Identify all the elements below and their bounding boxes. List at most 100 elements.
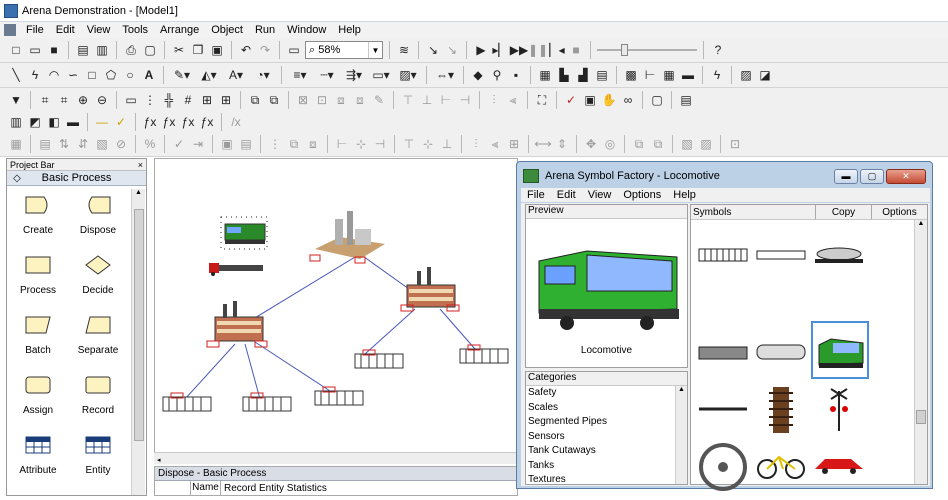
create-factory-picture[interactable] [309,211,385,264]
storage-icon[interactable]: ▦ [661,67,677,83]
arrange-link-icon[interactable]: ⧉ [286,136,302,152]
menu-edit[interactable]: Edit [50,24,81,36]
category-item[interactable]: Textures [526,473,687,488]
zoom-fit-icon[interactable]: ⌗ [56,92,72,108]
layers-icon[interactable]: ≋ [396,42,412,58]
paste-icon[interactable]: ▣ [209,42,225,58]
truck-icon[interactable]: ▬ [65,114,81,130]
intersection-icon[interactable]: ▪ [508,67,524,83]
symbol-steering-wheel[interactable] [695,439,751,491]
align-l-icon[interactable]: ⊢ [334,136,350,152]
align-bottom-icon[interactable]: ⊥ [419,92,435,108]
polygon-icon[interactable]: ⬠ [103,67,119,83]
scroll-left-icon[interactable]: ◂ [154,457,161,464]
lock-layer-icon[interactable]: ⊡ [727,136,743,152]
view-icon[interactable]: ▣ [582,92,598,108]
symbol-boxcar[interactable] [695,229,751,281]
animation-speed-slider[interactable] [597,41,697,59]
size-w-icon[interactable]: ⟷ [534,136,551,152]
module-create[interactable]: Create [7,189,69,249]
module-decide[interactable]: Decide [67,249,129,309]
align-m-icon[interactable]: ⊹ [420,136,436,152]
spreadsheet-icon[interactable]: ▤ [37,136,53,152]
scroll-thumb[interactable] [134,209,144,441]
table-icon[interactable]: ▦ [8,136,24,152]
module-attribute[interactable]: Attribute [7,429,69,489]
link-icon[interactable]: ∞ [620,92,636,108]
factory-icon[interactable]: ▥ [8,114,24,130]
box-icon[interactable]: □ [84,67,100,83]
menu-tools[interactable]: Tools [116,24,154,36]
snap-grid-icon[interactable]: ⊞ [199,92,215,108]
minimize-button[interactable]: ▬ [834,168,858,184]
formula-sum-icon[interactable]: ƒx [161,114,177,130]
sf-menu-help[interactable]: Help [667,189,702,201]
template-detach-icon[interactable]: ▥ [94,42,110,58]
sort-icon[interactable]: ⇵ [75,136,91,152]
transporter-icon[interactable]: ▬ [680,67,696,83]
overlay-icon[interactable]: ▧ [679,136,695,152]
run-go-icon[interactable]: ▶ [473,42,489,58]
center-icon[interactable]: ◎ [602,136,618,152]
module-separate[interactable]: Separate [67,309,129,369]
line-style-icon[interactable]: ┄▾ [315,67,339,83]
dispose-rack-2[interactable] [242,392,292,412]
split-icon[interactable]: ⇅ [56,136,72,152]
copy-button[interactable]: Copy [815,205,871,219]
text-icon[interactable]: A [141,67,157,83]
size-h-icon[interactable]: ⇕ [554,136,570,152]
grid-icon[interactable]: ⋮ [142,92,158,108]
model-canvas[interactable] [154,158,518,460]
process-building-picture[interactable] [206,301,268,348]
lock-icon[interactable]: ▢ [649,92,665,108]
align-top-icon[interactable]: ⊤ [400,92,416,108]
scroll-up-icon[interactable]: ▲ [676,386,687,393]
dispose-rack-5[interactable] [459,344,509,364]
close-button[interactable]: ✕ [886,168,926,184]
context-help-icon[interactable]: ? [710,42,726,58]
arrange-stack-icon[interactable]: ⧈ [305,136,321,152]
category-item[interactable]: Sensors [526,430,687,445]
fast-forward-icon[interactable]: ▶▶ [510,42,528,58]
symbol-flatcar[interactable] [753,229,809,281]
sf-menu-edit[interactable]: Edit [551,189,582,201]
category-item[interactable]: Safety [526,386,687,401]
send-back-icon[interactable]: ⧈ [352,92,368,108]
symbol-rail[interactable] [695,383,751,435]
cut-icon[interactable]: ✂ [171,42,187,58]
copy-icon[interactable]: ❐ [190,42,206,58]
rotate-icon[interactable]: ⊡ [314,92,330,108]
dispose-rack-4[interactable] [354,349,404,369]
hand-icon[interactable]: ✋ [601,92,617,108]
symbol-gondola[interactable] [753,327,809,379]
line-pattern-icon[interactable]: ▭▾ [369,67,393,83]
arc-icon[interactable]: ◠ [46,67,62,83]
col-record-header[interactable]: Record Entity Statistics [221,483,327,494]
menu-arrange[interactable]: Arrange [154,24,205,36]
symbol-bicycle[interactable] [753,439,809,491]
align-right-icon[interactable]: ⊣ [457,92,473,108]
space-icon[interactable]: ⫷ [505,92,521,108]
station-icon[interactable]: ◆ [470,67,486,83]
formula-icon[interactable]: ƒx [142,114,158,130]
line-color-icon[interactable]: ✎▾ [170,67,194,83]
menu-file[interactable]: File [20,24,50,36]
print-preview-icon[interactable]: ▢ [142,42,158,58]
category-item[interactable]: Scales [526,401,687,416]
scroll-up-icon[interactable]: ▲ [132,189,145,196]
align-t-icon[interactable]: ⊤ [401,136,417,152]
group-icon[interactable]: ⧉ [247,92,263,108]
crane-icon[interactable]: ◩ [27,114,43,130]
formula-plot-icon[interactable]: ƒx [199,114,215,130]
ungroup-icon[interactable]: ⧉ [266,92,282,108]
plot-icon[interactable]: ▦ [537,67,553,83]
categories-scrollbar[interactable]: ▲ [675,386,687,484]
overlay2-icon[interactable]: ▨ [698,136,714,152]
symbol-tankcar[interactable] [811,229,867,281]
line-width-icon[interactable]: ≡▾ [288,67,312,83]
polyline-icon[interactable]: ϟ [27,67,43,83]
align-r-icon[interactable]: ⊣ [372,136,388,152]
pointer-icon[interactable]: ▼ [8,92,24,108]
zoom-in-icon[interactable]: ⊕ [75,92,91,108]
canvas-hscrollbar[interactable]: ◂ [154,452,518,464]
